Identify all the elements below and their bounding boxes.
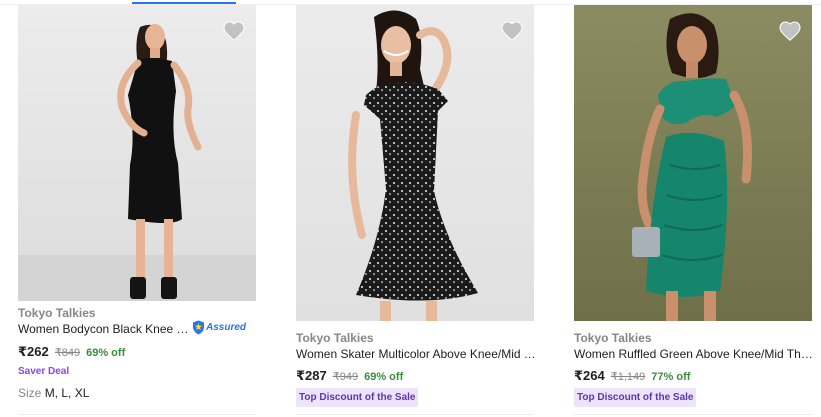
heart-icon[interactable] <box>778 19 802 43</box>
size-label: Size <box>18 386 42 400</box>
card-divider <box>296 414 534 415</box>
product-photo-green-ruffled-dress-icon <box>632 13 752 321</box>
product-card[interactable]: Tokyo Talkies Women Skater Multicolor Ab… <box>278 0 536 417</box>
heart-icon[interactable] <box>222 19 246 43</box>
card-divider <box>18 414 256 415</box>
original-price: ₹1,149 <box>610 371 646 383</box>
product-photo-black-bodycon-dress-icon <box>18 24 256 301</box>
card-divider <box>574 414 812 415</box>
assured-label: Assured <box>206 322 247 333</box>
product-photo-black-floral-skater-dress-icon <box>348 10 478 321</box>
product-image[interactable] <box>574 5 812 321</box>
price-row: ₹264 ₹1,149 77% off <box>574 368 690 384</box>
product-brand: Tokyo Talkies <box>296 331 374 345</box>
saver-deal-label: Saver Deal <box>18 366 70 377</box>
discount-percent: 69% off <box>364 371 404 383</box>
available-sizes: Size M, L, XL <box>18 386 89 400</box>
price-row: ₹287 ₹949 69% off <box>296 368 403 384</box>
product-card[interactable]: Tokyo Talkies Women Bodycon Black Knee L… <box>0 0 257 417</box>
discount-percent: 77% off <box>651 371 691 383</box>
original-price: ₹949 <box>332 371 359 383</box>
discount-percent: 69% off <box>86 347 126 359</box>
size-values: M, L, XL <box>44 386 90 400</box>
heart-icon[interactable] <box>500 19 524 43</box>
product-title[interactable]: Women Ruffled Green Above Knee/Mid Thigh… <box>574 347 814 361</box>
product-brand: Tokyo Talkies <box>574 331 652 345</box>
product-image[interactable] <box>18 5 256 301</box>
product-image[interactable] <box>296 5 534 321</box>
selling-price: ₹287 <box>296 368 327 383</box>
assured-badge: Assured <box>192 320 246 335</box>
top-discount-badge: Top Discount of the Sale <box>296 388 419 407</box>
product-title[interactable]: Women Skater Multicolor Above Knee/Mid T… <box>296 347 536 361</box>
top-discount-badge: Top Discount of the Sale <box>574 388 697 407</box>
original-price: ₹849 <box>54 347 81 359</box>
price-row: ₹262 ₹849 69% off <box>18 344 125 360</box>
selling-price: ₹262 <box>18 344 49 359</box>
product-brand: Tokyo Talkies <box>18 306 96 320</box>
selling-price: ₹264 <box>574 368 605 383</box>
product-card[interactable]: Tokyo Talkies Women Ruffled Green Above … <box>556 0 814 417</box>
assured-shield-icon <box>193 320 204 335</box>
product-title[interactable]: Women Bodycon Black Knee Le... <box>18 322 190 336</box>
